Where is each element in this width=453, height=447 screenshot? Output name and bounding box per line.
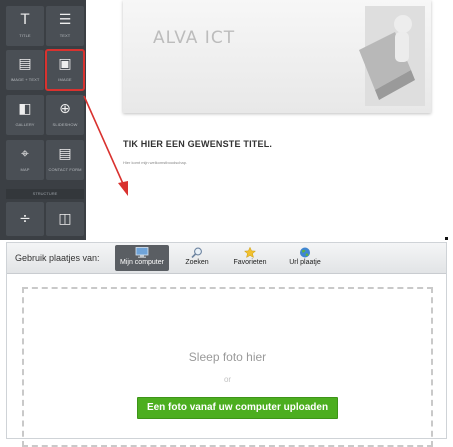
gallery-tile-label: gallery	[15, 122, 35, 127]
source-tab-url-image[interactable]: Url plaatje	[283, 245, 327, 271]
image-text-tile[interactable]: ▤ image + text	[6, 50, 44, 90]
source-tab-label: Zoeken	[185, 259, 209, 266]
photo-drop-zone[interactable]: Sleep foto hier or Een foto vanaf uw com…	[22, 287, 433, 447]
editor-sidebar: T title ☰ text ▤ image + text ▣ image ◧ …	[0, 0, 86, 240]
structure-section-label: structure	[6, 189, 84, 199]
source-tab-label: Favorieten	[233, 259, 267, 266]
divider-icon: ÷	[19, 211, 31, 227]
header-banner[interactable]: ALVA ICT	[123, 0, 431, 113]
upload-from-computer-button[interactable]: Een foto vanaf uw computer uploaden	[137, 397, 338, 419]
drop-zone-text: Sleep foto hier	[188, 350, 267, 364]
welcome-message[interactable]: Hier komt mijn welkomstboodschap.	[123, 160, 187, 165]
title-tile-label: title	[19, 33, 31, 38]
contact-form-icon: ▤	[58, 146, 72, 162]
gallery-icon: ◧	[18, 101, 32, 117]
text-tile-label: text	[59, 33, 71, 38]
banner-figure-image	[359, 6, 425, 106]
columns-icon: ◫	[58, 211, 72, 227]
contact-form-tile[interactable]: ▤ contact form	[46, 140, 84, 180]
contact-form-tile-label: contact form	[48, 167, 82, 172]
image-source-toolbar: Gebruik plaatjes van: Mijn computer Zoek…	[7, 243, 446, 274]
globe-icon	[300, 247, 310, 258]
site-brand[interactable]: ALVA ICT	[153, 28, 235, 48]
divider-tile[interactable]: ÷	[6, 202, 44, 236]
computer-icon	[135, 247, 149, 258]
image-tile-label: image	[58, 77, 72, 82]
image-text-tile-label: image + text	[10, 77, 40, 82]
source-tab-my-computer[interactable]: Mijn computer	[115, 245, 169, 271]
page-title[interactable]: TIK HIER EEN GEWENSTE TITEL.	[123, 139, 272, 149]
slideshow-tile-label: slideshow	[52, 122, 78, 127]
image-upload-dialog: Gebruik plaatjes van: Mijn computer Zoek…	[6, 242, 447, 447]
map-tile[interactable]: ⌖ map	[6, 140, 44, 180]
or-separator: or	[223, 375, 232, 384]
image-text-icon: ▤	[18, 56, 32, 72]
source-tab-search[interactable]: Zoeken	[177, 245, 217, 271]
image-tile[interactable]: ▣ image	[45, 49, 85, 91]
source-tab-label: Url plaatje	[289, 259, 321, 266]
source-tab-favorites[interactable]: Favorieten	[227, 245, 273, 271]
map-pin-icon: ⌖	[21, 146, 29, 162]
slideshow-icon: ⊕	[59, 101, 71, 117]
search-icon	[191, 247, 202, 258]
columns-tile[interactable]: ◫	[46, 202, 84, 236]
source-tab-label: Mijn computer	[120, 259, 164, 266]
separator-dot	[445, 237, 448, 240]
text-icon: ☰	[58, 12, 72, 28]
title-icon: T	[20, 12, 30, 28]
title-tile[interactable]: T title	[6, 6, 44, 46]
map-tile-label: map	[20, 167, 30, 172]
text-tile[interactable]: ☰ text	[46, 6, 84, 46]
star-icon	[243, 247, 257, 258]
image-source-label: Gebruik plaatjes van:	[15, 253, 100, 263]
slideshow-tile[interactable]: ⊕ slideshow	[46, 95, 84, 135]
gallery-tile[interactable]: ◧ gallery	[6, 95, 44, 135]
image-icon: ▣	[58, 56, 72, 72]
